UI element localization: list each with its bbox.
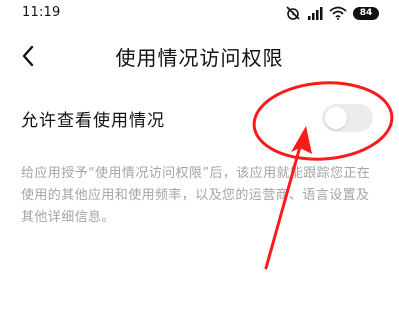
usage-access-toggle[interactable]: [322, 104, 373, 132]
settings-screen: 11:19 84 使用情况访问权限 允许查看使用情况 给应用授予“使用情况访问权…: [0, 0, 399, 321]
toggle-knob: [325, 107, 347, 129]
status-bar: 11:19 84: [0, 0, 399, 30]
header-bar: 使用情况访问权限: [0, 38, 399, 74]
battery-icon: 84: [353, 6, 379, 20]
status-time: 11:19: [22, 5, 61, 20]
alarm-off-icon: [285, 5, 301, 21]
permission-description: 给应用授予“使用情况访问权限”后，该应用就能跟踪您正在使用的其他应用和使用频率，…: [21, 166, 371, 225]
setting-label: 允许查看使用情况: [21, 111, 165, 131]
status-icons: 84: [285, 4, 379, 22]
signal-icon: [307, 6, 323, 20]
page-title: 使用情况访问权限: [115, 46, 284, 70]
wifi-icon: [329, 6, 347, 20]
